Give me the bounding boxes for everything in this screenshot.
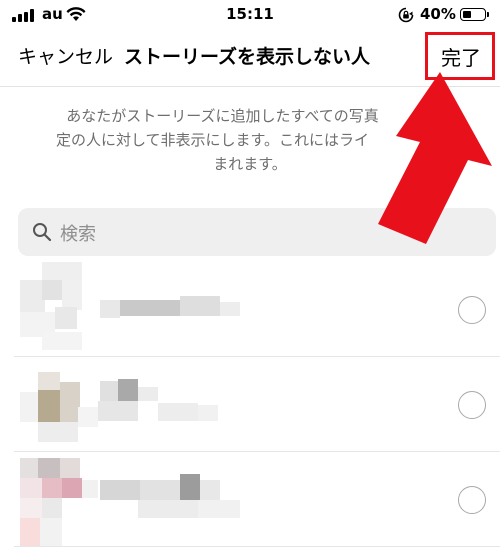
search-icon xyxy=(33,223,52,242)
list-item-name xyxy=(100,296,240,324)
done-button[interactable]: 完了 xyxy=(441,42,481,71)
avatar xyxy=(20,262,100,352)
description-line-3: まれます。 xyxy=(213,155,287,173)
radio-unchecked-icon[interactable] xyxy=(458,486,486,514)
description-line-2-end: 含 xyxy=(429,131,445,149)
header-divider xyxy=(0,86,500,87)
page-title: ストーリーズを表示しない人 xyxy=(124,46,371,68)
battery-percent: 40% xyxy=(420,5,456,23)
rotation-lock-icon xyxy=(398,7,414,23)
battery-icon xyxy=(460,8,486,21)
description-line-2: 定の人に対して非表示にします。これにはライ xyxy=(55,131,370,149)
description-line-1: あなたがストーリーズに追加したすべての写真 xyxy=(66,107,379,125)
row-divider xyxy=(14,546,500,547)
avatar xyxy=(20,362,100,450)
search-input[interactable]: 検索 xyxy=(60,220,96,246)
cancel-button[interactable]: キャンセル xyxy=(18,42,113,69)
avatar xyxy=(20,458,100,548)
list-item-name xyxy=(98,379,228,429)
search-bar[interactable]: 検索 xyxy=(18,208,496,256)
list-item[interactable] xyxy=(0,357,500,452)
radio-unchecked-icon[interactable] xyxy=(458,296,486,324)
list-item[interactable] xyxy=(0,452,500,547)
list-item[interactable] xyxy=(0,262,500,357)
radio-unchecked-icon[interactable] xyxy=(458,391,486,419)
description-text: あなたがストーリーズに追加したすべての写真 特 定の人に対して非表示にします。これ… xyxy=(16,104,484,176)
description-line-1-end: 特 xyxy=(418,107,434,125)
list-item-name xyxy=(98,474,248,524)
nav-bar: キャンセル ストーリーズを表示しない人 完了 xyxy=(0,30,500,82)
battery-tip xyxy=(487,12,489,17)
status-bar: au 15:11 40% xyxy=(0,0,500,30)
